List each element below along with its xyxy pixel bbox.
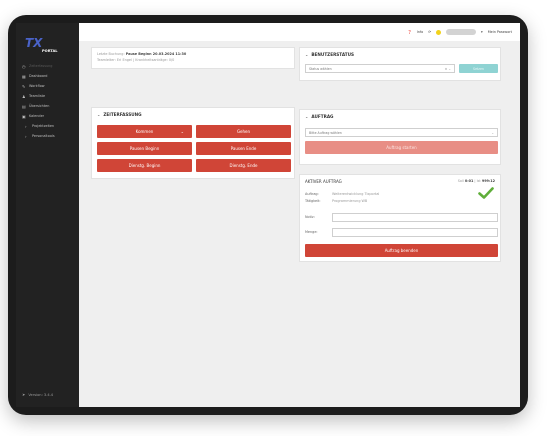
top-bar: ❓ Info ⟳ ▾ Mein Passwort bbox=[79, 23, 520, 41]
device-frame: TX PORTAL ◷ Zeiterfassung ▦ Dashboard ✎ Workf… bbox=[8, 15, 528, 415]
person-icon: ♟ bbox=[22, 93, 26, 99]
table-icon: ▤ bbox=[22, 103, 26, 109]
auftrag-value: Weiterentwicklung Tixportal bbox=[332, 192, 380, 196]
dashboard-icon: ▦ bbox=[22, 73, 26, 79]
sidebar-item-teamliste[interactable]: ♟ Teamliste bbox=[16, 91, 79, 101]
chevron-down-icon: ⌄ bbox=[305, 52, 309, 57]
pause-beginn-button[interactable]: Pausen Beginn bbox=[97, 142, 192, 155]
version-info: ➤ Version: 3.4.4 bbox=[22, 392, 53, 397]
sidebar-item-label: Kalender bbox=[29, 114, 45, 118]
dienstg-ende-button[interactable]: Dienstg. Ende bbox=[196, 159, 291, 172]
clock-icon: ◷ bbox=[22, 63, 26, 69]
chevron-down-icon: ⌄ bbox=[97, 112, 101, 117]
pause-ende-button[interactable]: Pausen Ende bbox=[196, 142, 291, 155]
sidebar-nav: ◷ Zeiterfassung ▦ Dashboard ✎ Workflow ♟ Teamli… bbox=[16, 61, 79, 141]
clear-chevron-icon[interactable]: × ⌄ bbox=[445, 67, 451, 71]
dropdown-chevron-icon[interactable]: ⌄ bbox=[181, 129, 184, 134]
aktiver-auftrag-card: AKTIVER AUFTRAG Soll 0:01 | Ist 999:12 A… bbox=[299, 174, 501, 262]
sidebar-item-kalender[interactable]: ▣ Kalender bbox=[16, 111, 79, 121]
benutzerstatus-title[interactable]: ⌄ BENUTZERSTATUS bbox=[305, 52, 354, 57]
info-link[interactable]: Info bbox=[417, 30, 423, 34]
gehen-button[interactable]: Gehen bbox=[196, 125, 291, 138]
svg-text:PORTAL: PORTAL bbox=[42, 49, 58, 53]
svg-text:TX: TX bbox=[25, 36, 43, 50]
main-area: ❓ Info ⟳ ▾ Mein Passwort Letzte Buchung:… bbox=[79, 23, 520, 407]
chevron-down-icon: ⌄ bbox=[305, 114, 309, 119]
notiz-input[interactable] bbox=[332, 213, 498, 222]
sidebar-item-workflow[interactable]: ✎ Workflow bbox=[16, 81, 79, 91]
status-bulb-icon bbox=[436, 29, 442, 35]
user-menu[interactable] bbox=[446, 29, 477, 35]
sidebar-item-projektzeiten[interactable]: › Projektzeiten bbox=[16, 121, 79, 131]
sidebar-item-übersichten[interactable]: ▤ Übersichten bbox=[16, 101, 79, 111]
sidebar-item-label: Dashboard bbox=[29, 74, 48, 78]
auftrag-beenden-button[interactable]: Auftrag beenden bbox=[305, 244, 498, 257]
sidebar-item-label: Workflow bbox=[29, 84, 45, 88]
aktiver-auftrag-title: AKTIVER AUFTRAG bbox=[305, 179, 342, 184]
sidebar-item-label: Übersichten bbox=[29, 104, 50, 108]
status-select[interactable]: Status wählen × ⌄ bbox=[305, 64, 455, 73]
refresh-icon[interactable]: ⟳ bbox=[428, 30, 431, 34]
auftrag-starten-button[interactable]: Auftrag starten bbox=[305, 141, 498, 154]
user-chevron-icon[interactable]: ▾ bbox=[481, 30, 483, 34]
benutzerstatus-card: ⌄ BENUTZERSTATUS Status wählen × ⌄ Setze… bbox=[299, 47, 501, 81]
sidebar-item-zeiterfassung[interactable]: ◷ Zeiterfassung bbox=[16, 61, 79, 71]
sidebar-item-label: Zeiterfassung bbox=[29, 64, 53, 68]
taetigkeit-value: Programmierung WB bbox=[332, 199, 368, 203]
status-apply-button[interactable]: Setzen bbox=[459, 64, 498, 73]
checkmark-icon bbox=[478, 187, 494, 199]
auftrag-title[interactable]: ⌄ AUFTRAG bbox=[305, 114, 334, 119]
last-booking-card: Letzte Buchung: Pause Beginn 20.03.2024 … bbox=[91, 47, 295, 69]
sidebar: TX PORTAL ◷ Zeiterfassung ▦ Dashboard ✎ Workf… bbox=[16, 23, 79, 407]
sidebar-item-label: Teamliste bbox=[29, 94, 46, 98]
chevron-right-icon: › bbox=[25, 133, 27, 139]
password-link[interactable]: Mein Passwort bbox=[488, 30, 512, 34]
menge-label: Menge: bbox=[305, 230, 318, 234]
auftrag-label: Auftrag: bbox=[305, 192, 319, 196]
help-icon[interactable]: ❓ bbox=[408, 30, 412, 34]
send-icon: ➤ bbox=[22, 392, 26, 397]
sidebar-item-dashboard[interactable]: ▦ Dashboard bbox=[16, 71, 79, 81]
sidebar-item-label: Projektzeiten bbox=[32, 124, 55, 128]
app-screen: TX PORTAL ◷ Zeiterfassung ▦ Dashboard ✎ Workf… bbox=[8, 15, 528, 415]
last-booking-value: Pause Beginn 20.03.2024 11:30 bbox=[125, 52, 187, 56]
menge-input[interactable] bbox=[332, 228, 498, 237]
zeiterfassung-card: ⌄ ZEITERFASSUNG Kommen ⌄ Gehen Pausen Be… bbox=[91, 107, 295, 179]
chevron-down-icon[interactable]: ⌄ bbox=[491, 131, 494, 135]
soll-ist-display: Soll 0:01 | Ist 999:12 bbox=[457, 179, 495, 183]
pencil-icon: ✎ bbox=[22, 83, 26, 89]
version-label: Version: 3.4.4 bbox=[28, 392, 54, 397]
kommen-button[interactable]: Kommen ⌄ bbox=[97, 125, 192, 138]
auftrag-select[interactable]: Bitte Auftrag wählen ⌄ bbox=[305, 128, 498, 137]
zeiterfassung-title[interactable]: ⌄ ZEITERFASSUNG bbox=[97, 112, 142, 117]
dienstg-beginn-button[interactable]: Dienstg. Beginn bbox=[97, 159, 192, 172]
notiz-label: Notiz: bbox=[305, 215, 315, 219]
team-line: Teamleiter: Eri Engel | Krankheitsanträg… bbox=[97, 58, 175, 62]
chevron-right-icon: › bbox=[25, 123, 27, 129]
sidebar-item-label: Personaltools bbox=[32, 134, 55, 138]
taetigkeit-label: Tätigkeit: bbox=[305, 199, 321, 203]
sidebar-item-personaltools[interactable]: › Personaltools bbox=[16, 131, 79, 141]
tx-portal-logo[interactable]: TX PORTAL bbox=[24, 35, 72, 55]
calendar-icon: ▣ bbox=[22, 113, 26, 119]
auftrag-card: ⌄ AUFTRAG Bitte Auftrag wählen ⌄ Auftrag… bbox=[299, 109, 501, 165]
